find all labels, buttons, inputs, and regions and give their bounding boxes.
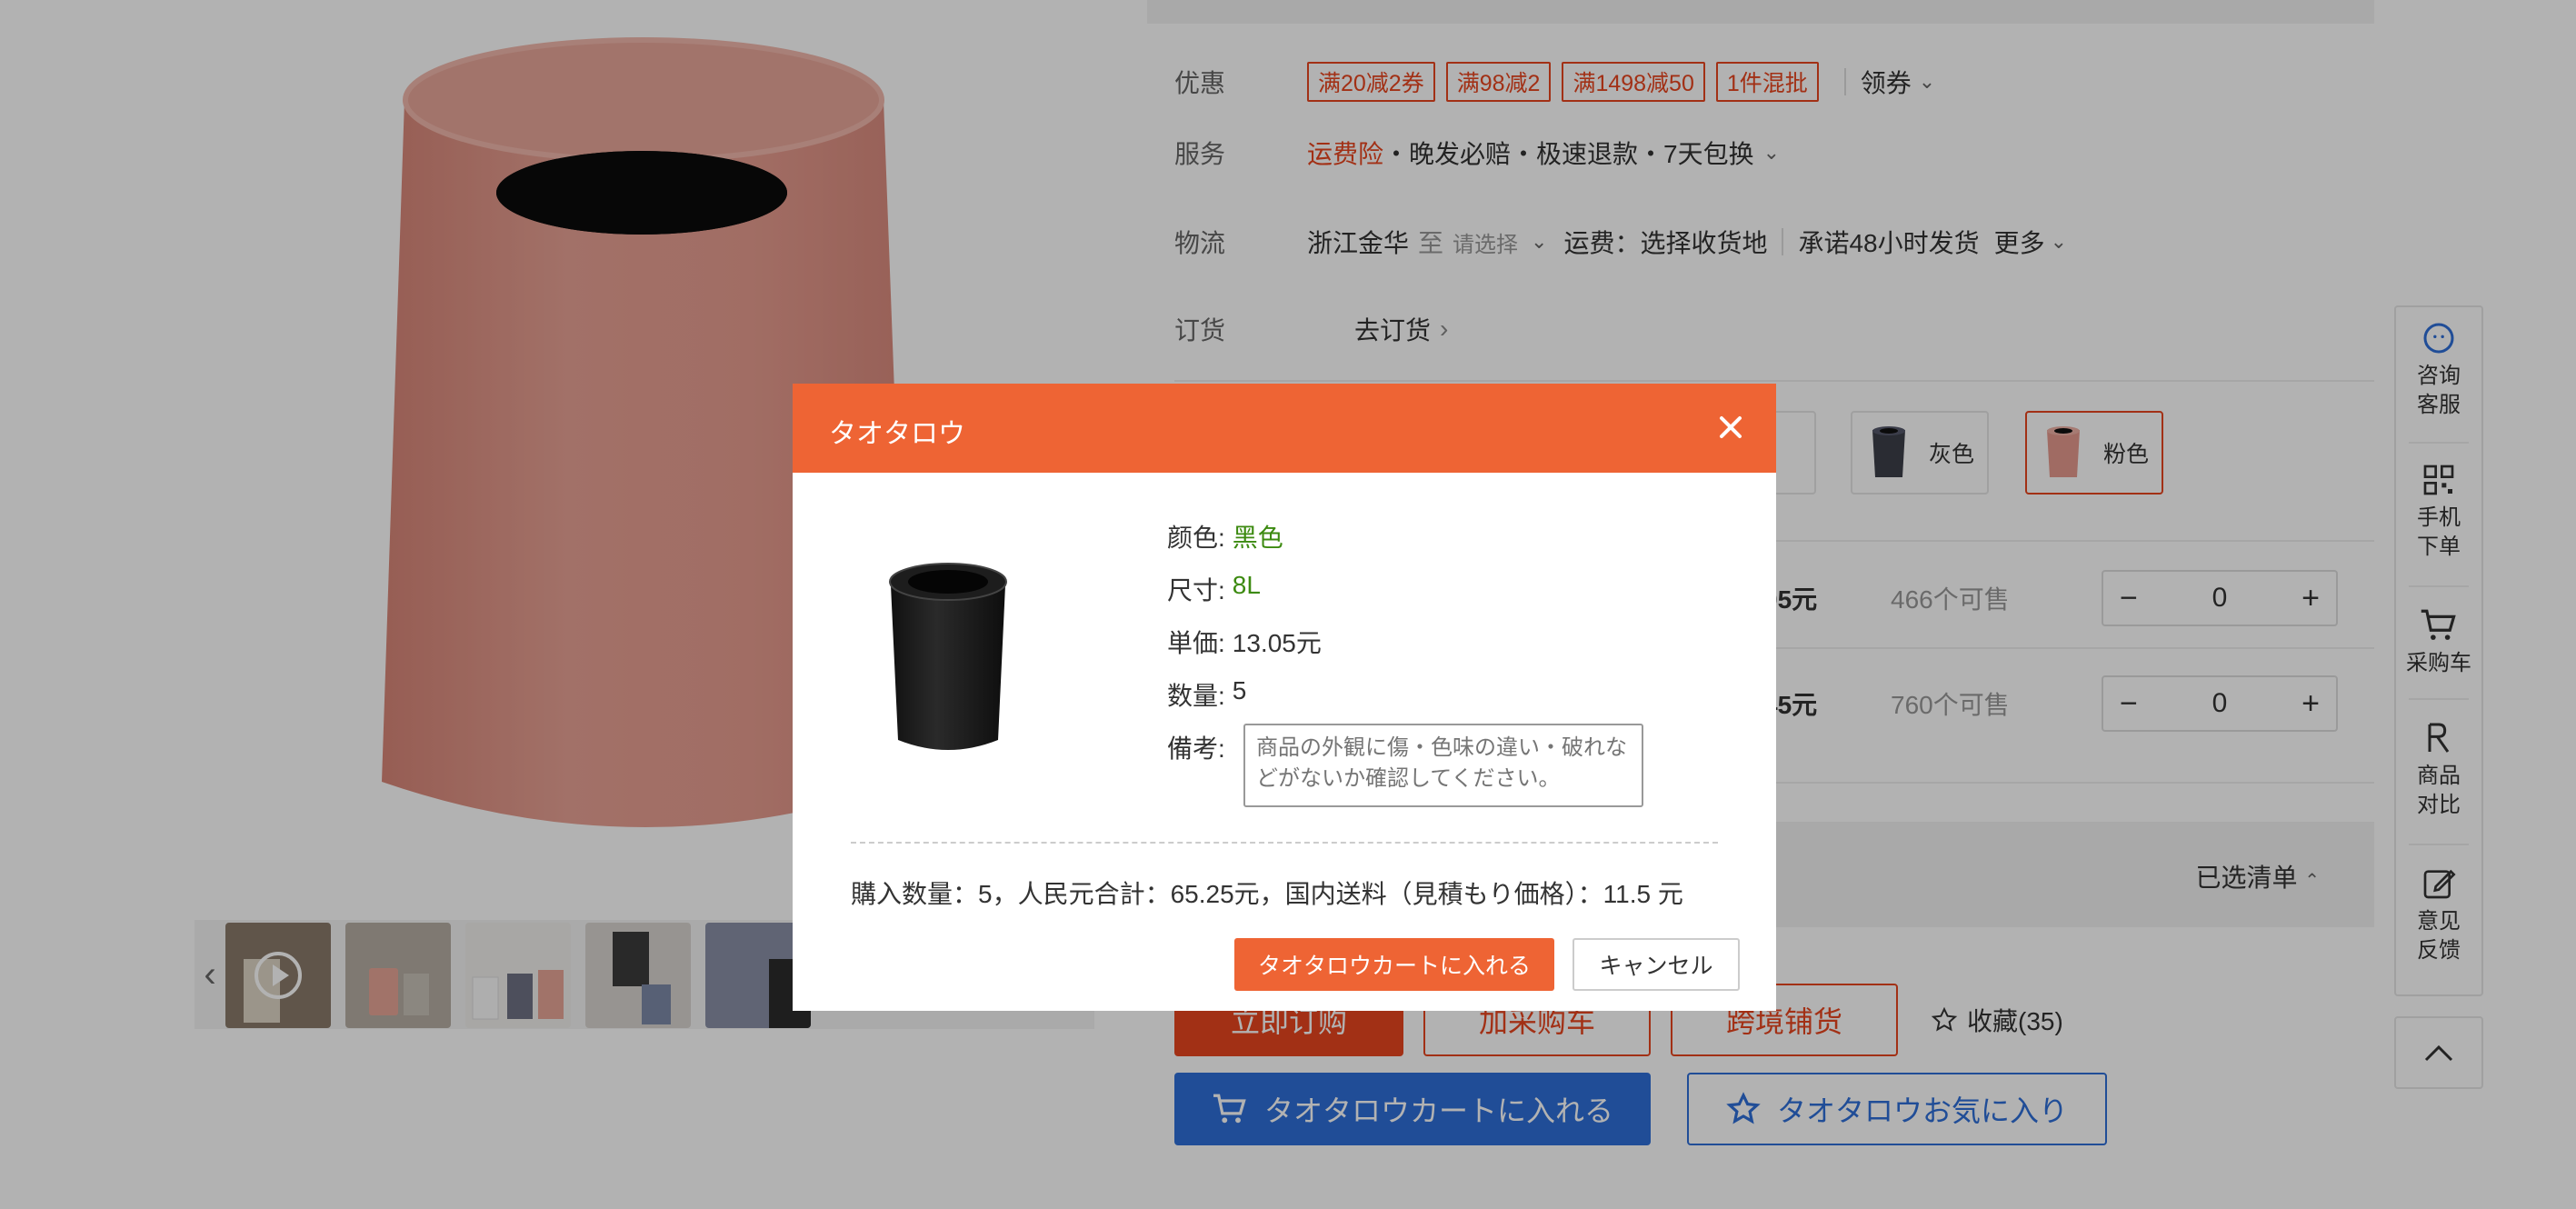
- remark-input[interactable]: [1243, 724, 1643, 807]
- remark-field: 備考:: [1167, 729, 1225, 765]
- price-label: 単価:: [1167, 629, 1225, 657]
- color-label: 颜色:: [1167, 524, 1225, 552]
- quantity-field: 数量: 5: [1167, 676, 1246, 713]
- dialog-header: タオタロウ: [793, 384, 1776, 473]
- quantity-label: 数量:: [1167, 682, 1225, 710]
- price-field: 単価: 13.05元: [1167, 624, 1322, 660]
- color-field: 颜色: 黑色: [1167, 518, 1283, 555]
- close-icon[interactable]: [1709, 405, 1752, 449]
- size-label: 尺寸:: [1167, 576, 1225, 604]
- size-value: 8L: [1232, 571, 1261, 599]
- dialog-title: タオタロウ: [829, 419, 965, 449]
- cancel-button[interactable]: キャンセル: [1573, 938, 1740, 991]
- remark-label: 備考:: [1167, 734, 1225, 763]
- quantity-value: 5: [1232, 676, 1247, 704]
- add-to-cart-dialog: タオタロウ 颜色: 黑色 尺寸: 8L 単価: 13.05元 数量: 5 備考:: [793, 384, 1776, 1011]
- price-value: 13.05元: [1232, 629, 1322, 657]
- order-summary: 購入数量：5，人民元合計：65.25元，国内送料（見積もり価格）：11.5 元: [851, 880, 1683, 908]
- size-field: 尺寸: 8L: [1167, 571, 1261, 607]
- black-trash-can-image: [889, 563, 1007, 750]
- add-to-taotarou-cart-button[interactable]: タオタロウカートに入れる: [1234, 938, 1554, 991]
- dashed-divider: [851, 842, 1718, 844]
- color-value: 黑色: [1232, 524, 1283, 552]
